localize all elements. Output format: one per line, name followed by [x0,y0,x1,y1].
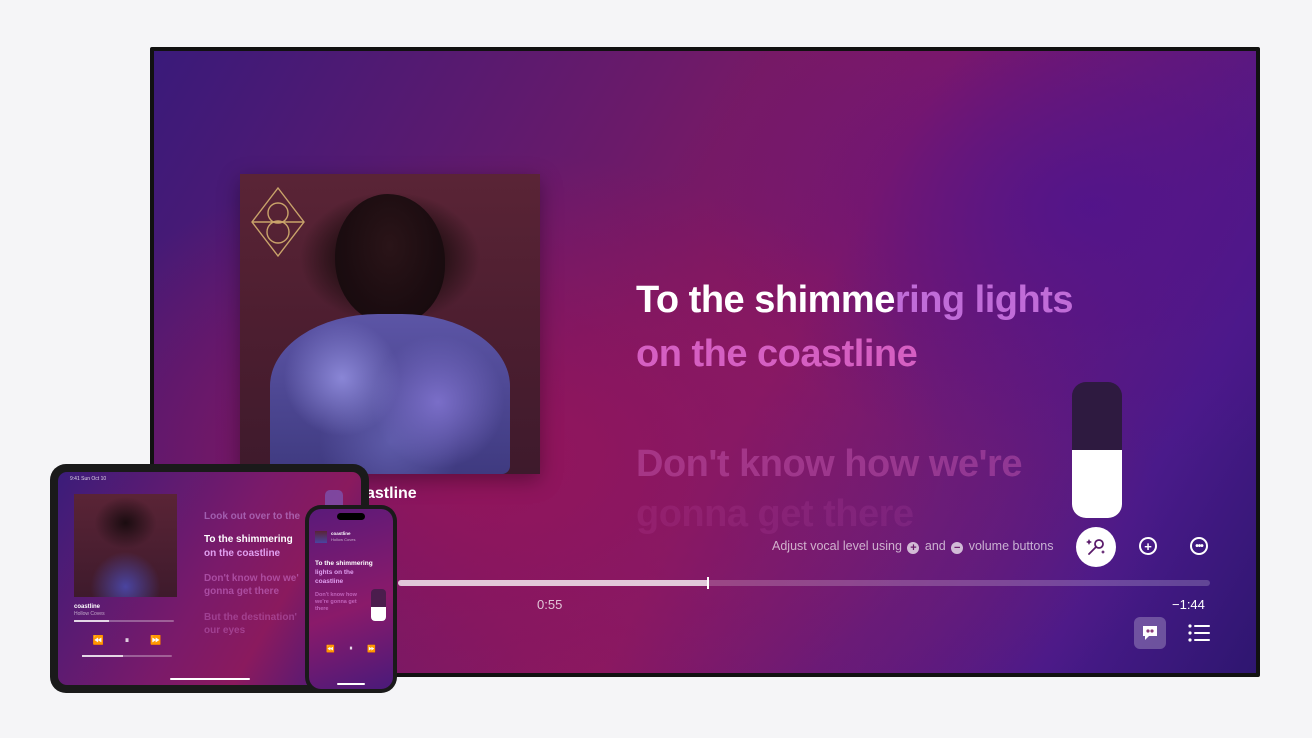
lyrics-quote-icon [1143,626,1157,640]
ellipsis-circle-icon[interactable]: ••• [1190,537,1208,555]
iphone-rewind-icon[interactable]: ⏪ [326,645,335,653]
ipad-status-bar: 9:41 Sun Oct 10 [70,476,107,482]
iphone-vocal-slider[interactable] [371,589,386,621]
mic-sparkle-icon [1086,539,1105,555]
lyric-next-line-2[interactable]: gonna get there [636,487,914,541]
vocal-hint-prefix: Adjust vocal level using [772,539,902,553]
iphone-lyric-5[interactable]: we're gonna get [315,599,357,606]
lyrics-button[interactable] [1134,617,1166,649]
iphone-lyric-1[interactable]: To the shimmering [315,560,373,569]
iphone-song-title[interactable]: coastline [331,531,351,536]
ipad-progress-fill [74,620,109,622]
iphone-screen: coastline Hollow Coves To the shimmering… [309,509,393,689]
album-logo-icon [251,186,305,258]
ipad-song-title[interactable]: coastline [74,604,100,610]
song-title-fragment[interactable]: astline [366,485,417,503]
iphone-home-indicator [337,683,365,685]
ipad-lyric-current-1[interactable]: To the shimmering [204,533,293,546]
ipad-volume-fill [82,655,123,657]
playhead[interactable] [706,577,709,589]
list-icon[interactable] [1188,623,1210,643]
ipad-artist-name[interactable]: Hollow Coves [74,611,105,617]
minus-small-icon: − [951,542,964,554]
ipad-home-indicator [170,678,250,680]
album-art-figure-head [335,194,445,324]
vocal-hint: Adjust vocal level using + and − volume … [772,539,1054,554]
ipad-progress-bar[interactable] [74,620,174,622]
lyric-current-line-2[interactable]: on the coastline [636,327,918,381]
iphone-lyric-6[interactable]: there [315,606,328,613]
sing-mode-button[interactable] [1076,527,1116,567]
plus-circle-icon[interactable]: + [1139,537,1157,555]
lyric-sung-portion: To the shimme [636,279,895,321]
ipad-lyric-current-2[interactable]: on the coastline [204,547,280,560]
vocal-hint-suffix: volume buttons [968,539,1054,553]
album-art [240,174,540,474]
ipad-lyric-after-2[interactable]: our eyes [204,624,245,637]
vocal-level-fill [1072,450,1122,518]
time-remaining: −1:44 [1172,597,1205,612]
iphone-pause-icon[interactable]: ⏸ [349,645,353,653]
lyric-current-line-1[interactable]: To the shimmering lights [636,273,1074,327]
ipad-lyric-next-1[interactable]: Don't know how we' [204,572,299,585]
iphone-vocal-fill [371,606,386,621]
ipad-forward-icon[interactable]: ⏩ [150,635,161,646]
iphone-lyric-3[interactable]: coastline [315,578,343,587]
ipad-lyric-after-1[interactable]: But the destination' [204,611,297,624]
ipad-playback-controls: ⏪ ⏸ ⏩ [82,635,172,646]
album-art-figure-body [270,314,510,474]
iphone-device: coastline Hollow Coves To the shimmering… [305,505,397,693]
lyric-unsung-portion: ring lights [894,279,1074,321]
ipad-album-art [74,494,177,597]
ipad-lyric-next-2[interactable]: gonna get there [204,585,279,598]
iphone-lyric-4[interactable]: Don't know how [315,592,357,599]
playback-progress-bar[interactable] [398,577,1210,589]
ipad-pause-icon[interactable]: ⏸ [125,635,130,646]
vocal-level-slider[interactable] [1072,382,1122,518]
ipad-rewind-icon[interactable]: ⏪ [93,635,104,646]
iphone-lyric-2[interactable]: lights on the [315,569,354,578]
iphone-dynamic-island [337,513,365,520]
playback-progress-fill [398,580,707,586]
iphone-forward-icon[interactable]: ⏩ [367,645,376,653]
time-elapsed: 0:55 [537,597,563,612]
lyric-next-line-1[interactable]: Don't know how we're [636,437,1022,491]
iphone-playback-controls: ⏪ ⏸ ⏩ [319,645,383,653]
ipad-lyric-prev[interactable]: Look out over to the [204,510,300,523]
ipad-volume-bar[interactable] [82,655,172,657]
plus-small-icon: + [907,542,920,554]
vocal-hint-and: and [924,539,946,553]
iphone-album-art [315,531,327,543]
iphone-artist-name[interactable]: Hollow Coves [331,537,355,542]
